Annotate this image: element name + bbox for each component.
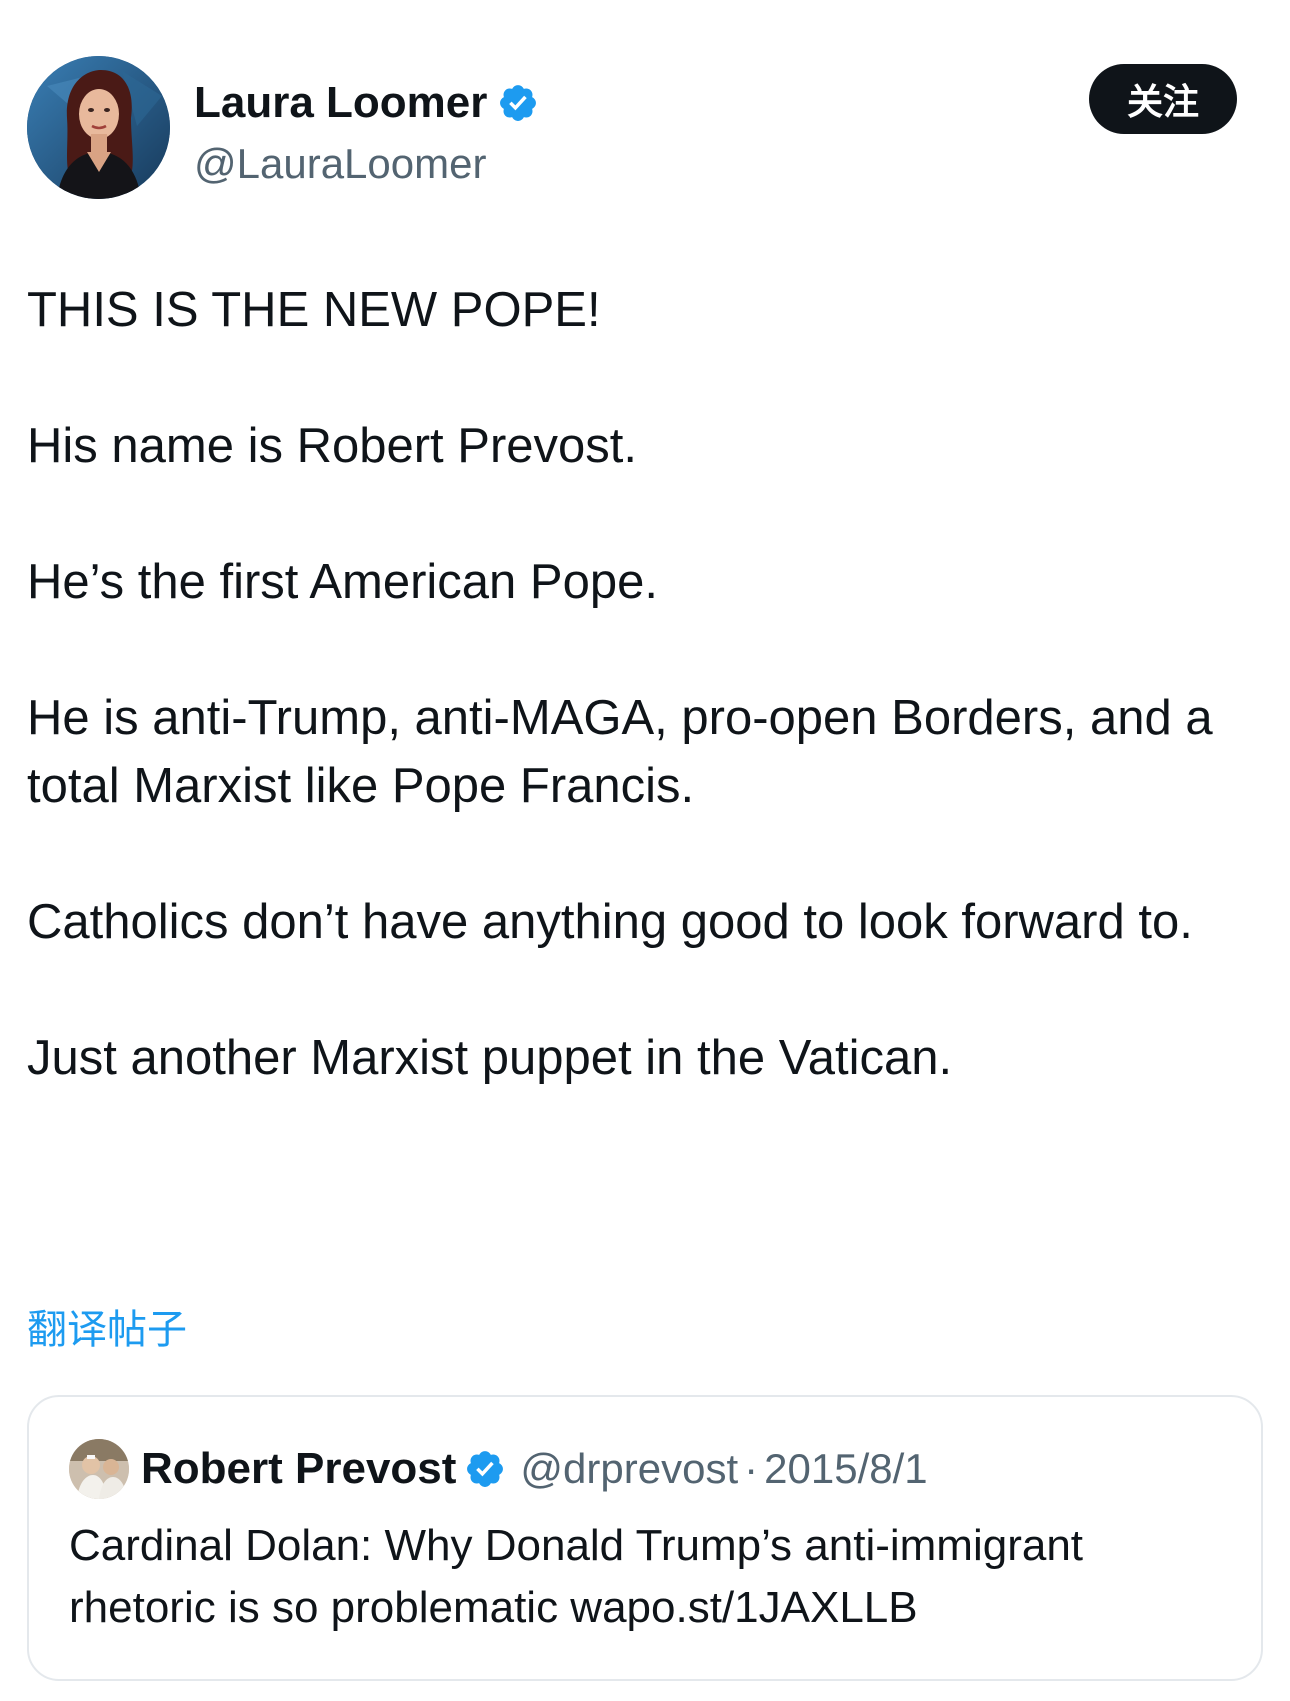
author-handle[interactable]: @LauraLoomer (194, 136, 486, 192)
translate-post-link[interactable]: 翻译帖子 (27, 1303, 187, 1357)
quoted-author-name[interactable]: Robert Prevost (141, 1444, 456, 1494)
separator-dot: · (744, 1445, 759, 1492)
tweet-paragraph: His name is Robert Prevost. (27, 419, 637, 473)
quoted-tweet-card[interactable]: Robert Prevost @drprevost · 2015/8/1 Car… (27, 1395, 1263, 1681)
quoted-tweet-text: Cardinal Dolan: Why Donald Trump’s anti-… (69, 1521, 1084, 1632)
quoted-author-avatar[interactable] (69, 1439, 129, 1499)
tweet-paragraph: He’s the first American Pope. (27, 555, 658, 609)
profile-photo-icon (69, 1439, 129, 1499)
author-avatar[interactable] (27, 56, 170, 199)
profile-photo-icon (27, 56, 170, 199)
follow-button[interactable]: 关注 (1089, 64, 1237, 134)
verified-badge-icon[interactable] (497, 82, 539, 124)
tweet-paragraph: He is anti-Trump, anti-MAGA, pro-open Bo… (27, 691, 1213, 813)
quoted-tweet-date[interactable]: 2015/8/1 (764, 1445, 928, 1493)
author-name-row: Laura Loomer (194, 74, 539, 132)
tweet-paragraph: THIS IS THE NEW POPE! (27, 283, 601, 337)
author-display-name[interactable]: Laura Loomer (194, 74, 487, 132)
tweet-text: THIS IS THE NEW POPE! His name is Robert… (27, 276, 1263, 1092)
verified-badge-icon[interactable] (464, 1448, 506, 1490)
quoted-tweet-header: Robert Prevost @drprevost · 2015/8/1 (69, 1437, 928, 1501)
tweet-paragraph: Catholics don’t have anything good to lo… (27, 895, 1193, 949)
quoted-author-handle[interactable]: @drprevost (520, 1445, 738, 1493)
tweet-paragraph: Just another Marxist puppet in the Vatic… (27, 1031, 953, 1085)
tweet-header: Laura Loomer @LauraLoomer 关注 (27, 56, 1247, 202)
